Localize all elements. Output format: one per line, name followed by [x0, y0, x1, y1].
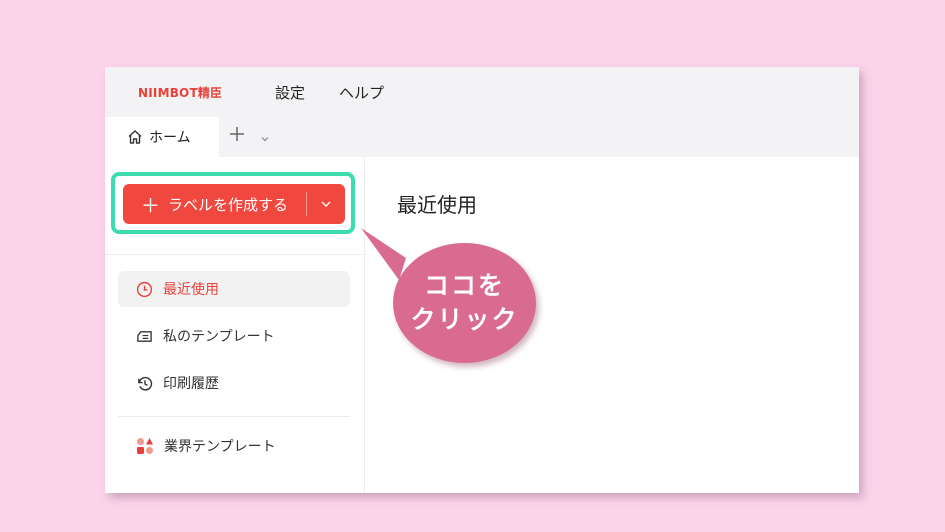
- tab-bar: ホーム: [105, 117, 859, 157]
- home-icon: [128, 130, 142, 144]
- add-tab-button[interactable]: [229, 124, 245, 148]
- callout-line-2: クリック: [410, 305, 519, 334]
- history-icon: [138, 376, 153, 391]
- sidebar-item-label: 業界テンプレート: [164, 439, 276, 455]
- sidebar-item-label: 印刷履歴: [163, 376, 219, 392]
- page-title: 最近使用: [397, 193, 477, 217]
- highlight-frame: [111, 172, 355, 234]
- divider: [118, 416, 350, 417]
- divider: [105, 254, 364, 255]
- template-icon: [137, 330, 152, 342]
- menu-settings[interactable]: 設定: [275, 82, 305, 103]
- tab-dropdown-button[interactable]: [260, 129, 270, 148]
- sidebar-item-my-templates[interactable]: 私のテンプレート: [118, 318, 350, 354]
- click-here-callout: ココを クリック: [393, 243, 536, 363]
- sidebar-item-industry-templates[interactable]: 業界テンプレート: [118, 428, 350, 464]
- tab-home[interactable]: ホーム: [105, 117, 219, 157]
- plus-icon: [230, 127, 244, 141]
- sidebar-item-print-history[interactable]: 印刷履歴: [118, 365, 350, 401]
- sidebar-item-recent[interactable]: 最近使用: [118, 271, 350, 307]
- sidebar: ＋ ラベルを作成する 最近使用 私のテンプレート 印刷履歴 業界テンプレート: [105, 157, 365, 493]
- callout-line-1: ココを: [423, 271, 505, 300]
- shapes-icon: [137, 438, 153, 454]
- clock-icon: [136, 281, 153, 297]
- chevron-down-icon: [261, 137, 269, 142]
- menu-help[interactable]: ヘルプ: [339, 82, 384, 103]
- brand-logo: NIIMBOT精臣: [138, 86, 223, 100]
- sidebar-item-label: 最近使用: [163, 282, 219, 298]
- tab-home-label: ホーム: [149, 130, 191, 146]
- sidebar-item-label: 私のテンプレート: [163, 329, 275, 345]
- menu-bar: NIIMBOT精臣 設定 ヘルプ: [105, 67, 859, 117]
